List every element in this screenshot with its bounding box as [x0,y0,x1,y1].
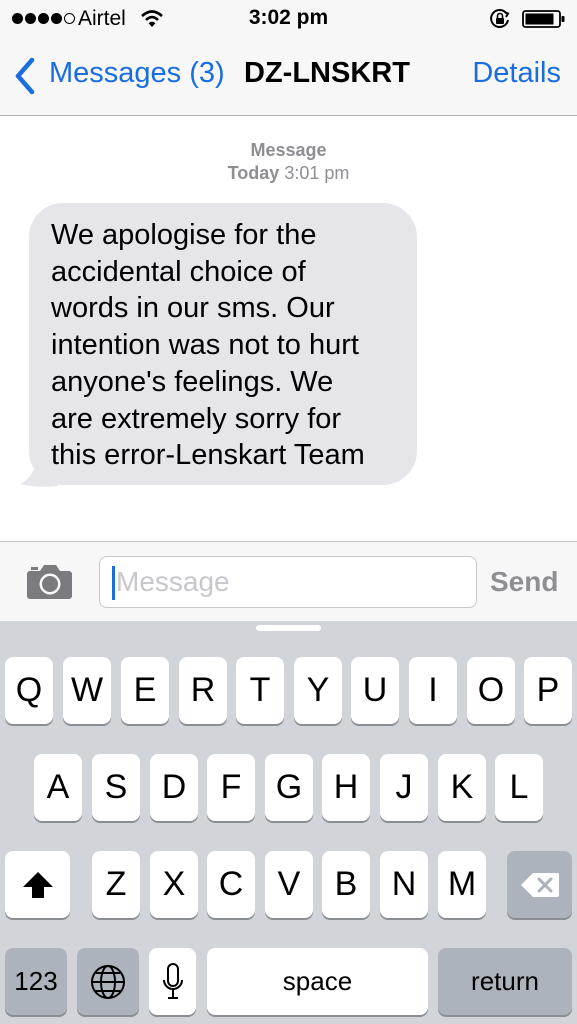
message-line: anyone's feelings. We [51,365,334,398]
incoming-message-bubble[interactable]: We apologise for the accidental choice o… [29,203,417,485]
shift-key[interactable] [5,851,70,918]
key-j[interactable]: J [380,754,428,821]
key-f[interactable]: F [207,754,255,821]
backspace-icon [520,872,559,897]
key-d[interactable]: D [150,754,198,821]
camera-icon[interactable] [26,562,73,600]
key-z[interactable]: Z [92,851,140,918]
key-g[interactable]: G [265,754,313,821]
text-cursor [112,566,115,600]
key-b[interactable]: B [322,851,370,918]
key-v[interactable]: V [265,851,313,918]
globe-icon [91,964,125,999]
key-m[interactable]: M [438,851,486,918]
rotation-lock-icon [490,9,510,28]
status-bar: Airtel 3:02 pm [0,0,577,38]
key-h[interactable]: H [322,754,370,821]
key-i[interactable]: I [409,657,457,724]
key-t[interactable]: T [236,657,284,724]
key-w[interactable]: W [63,657,111,724]
space-key[interactable]: space [207,948,428,1015]
key-l[interactable]: L [495,754,543,821]
key-r[interactable]: R [179,657,227,724]
message-input[interactable]: Message [99,556,477,608]
key-u[interactable]: U [351,657,399,724]
timestamp-time: 3:01 pm [284,163,350,183]
key-e[interactable]: E [121,657,169,724]
send-button[interactable]: Send [490,566,558,598]
message-input-bar: Message Send [0,541,577,621]
key-p[interactable]: P [524,657,572,724]
details-button[interactable]: Details [472,57,561,90]
return-key[interactable]: return [438,948,572,1015]
timestamp-day: Today [227,163,280,183]
message-line: this error-Lenskart Team [51,439,365,472]
key-s[interactable]: S [92,754,140,821]
message-timestamp: Today 3:01 pm [0,163,577,184]
globe-key[interactable] [77,948,139,1015]
key-a[interactable]: A [34,754,82,821]
message-line: We apologise for the [51,219,317,251]
message-line: are extremely sorry for [51,402,342,435]
shift-icon [22,871,53,898]
keyboard-grabber [256,625,321,631]
key-o[interactable]: O [467,657,515,724]
back-button[interactable]: Messages (3) [49,57,225,90]
key-c[interactable]: C [207,851,255,918]
key-y[interactable]: Y [294,657,342,724]
key-x[interactable]: X [150,851,198,918]
message-line: accidental choice of [51,255,306,288]
numbers-key[interactable]: 123 [5,948,67,1015]
message-line: words in our sms. Our [51,292,335,325]
keyboard: Q W E R T Y U I O P A S D F G H J K L Z … [0,621,577,1024]
key-k[interactable]: K [438,754,486,821]
message-placeholder: Message [116,566,230,597]
dictation-key[interactable] [149,948,196,1015]
microphone-icon [162,962,183,999]
key-q[interactable]: Q [5,657,53,724]
message-line: intention was not to hurt [51,329,359,362]
back-chevron-icon[interactable] [12,56,38,96]
conversation-title: DZ-LNSKRT [244,57,410,89]
navigation-bar: Messages (3) DZ-LNSKRT Details [0,38,577,116]
key-n[interactable]: N [380,851,428,918]
message-timestamp-label: Message [250,140,327,160]
delete-key[interactable] [507,851,572,918]
battery-icon [522,10,565,28]
